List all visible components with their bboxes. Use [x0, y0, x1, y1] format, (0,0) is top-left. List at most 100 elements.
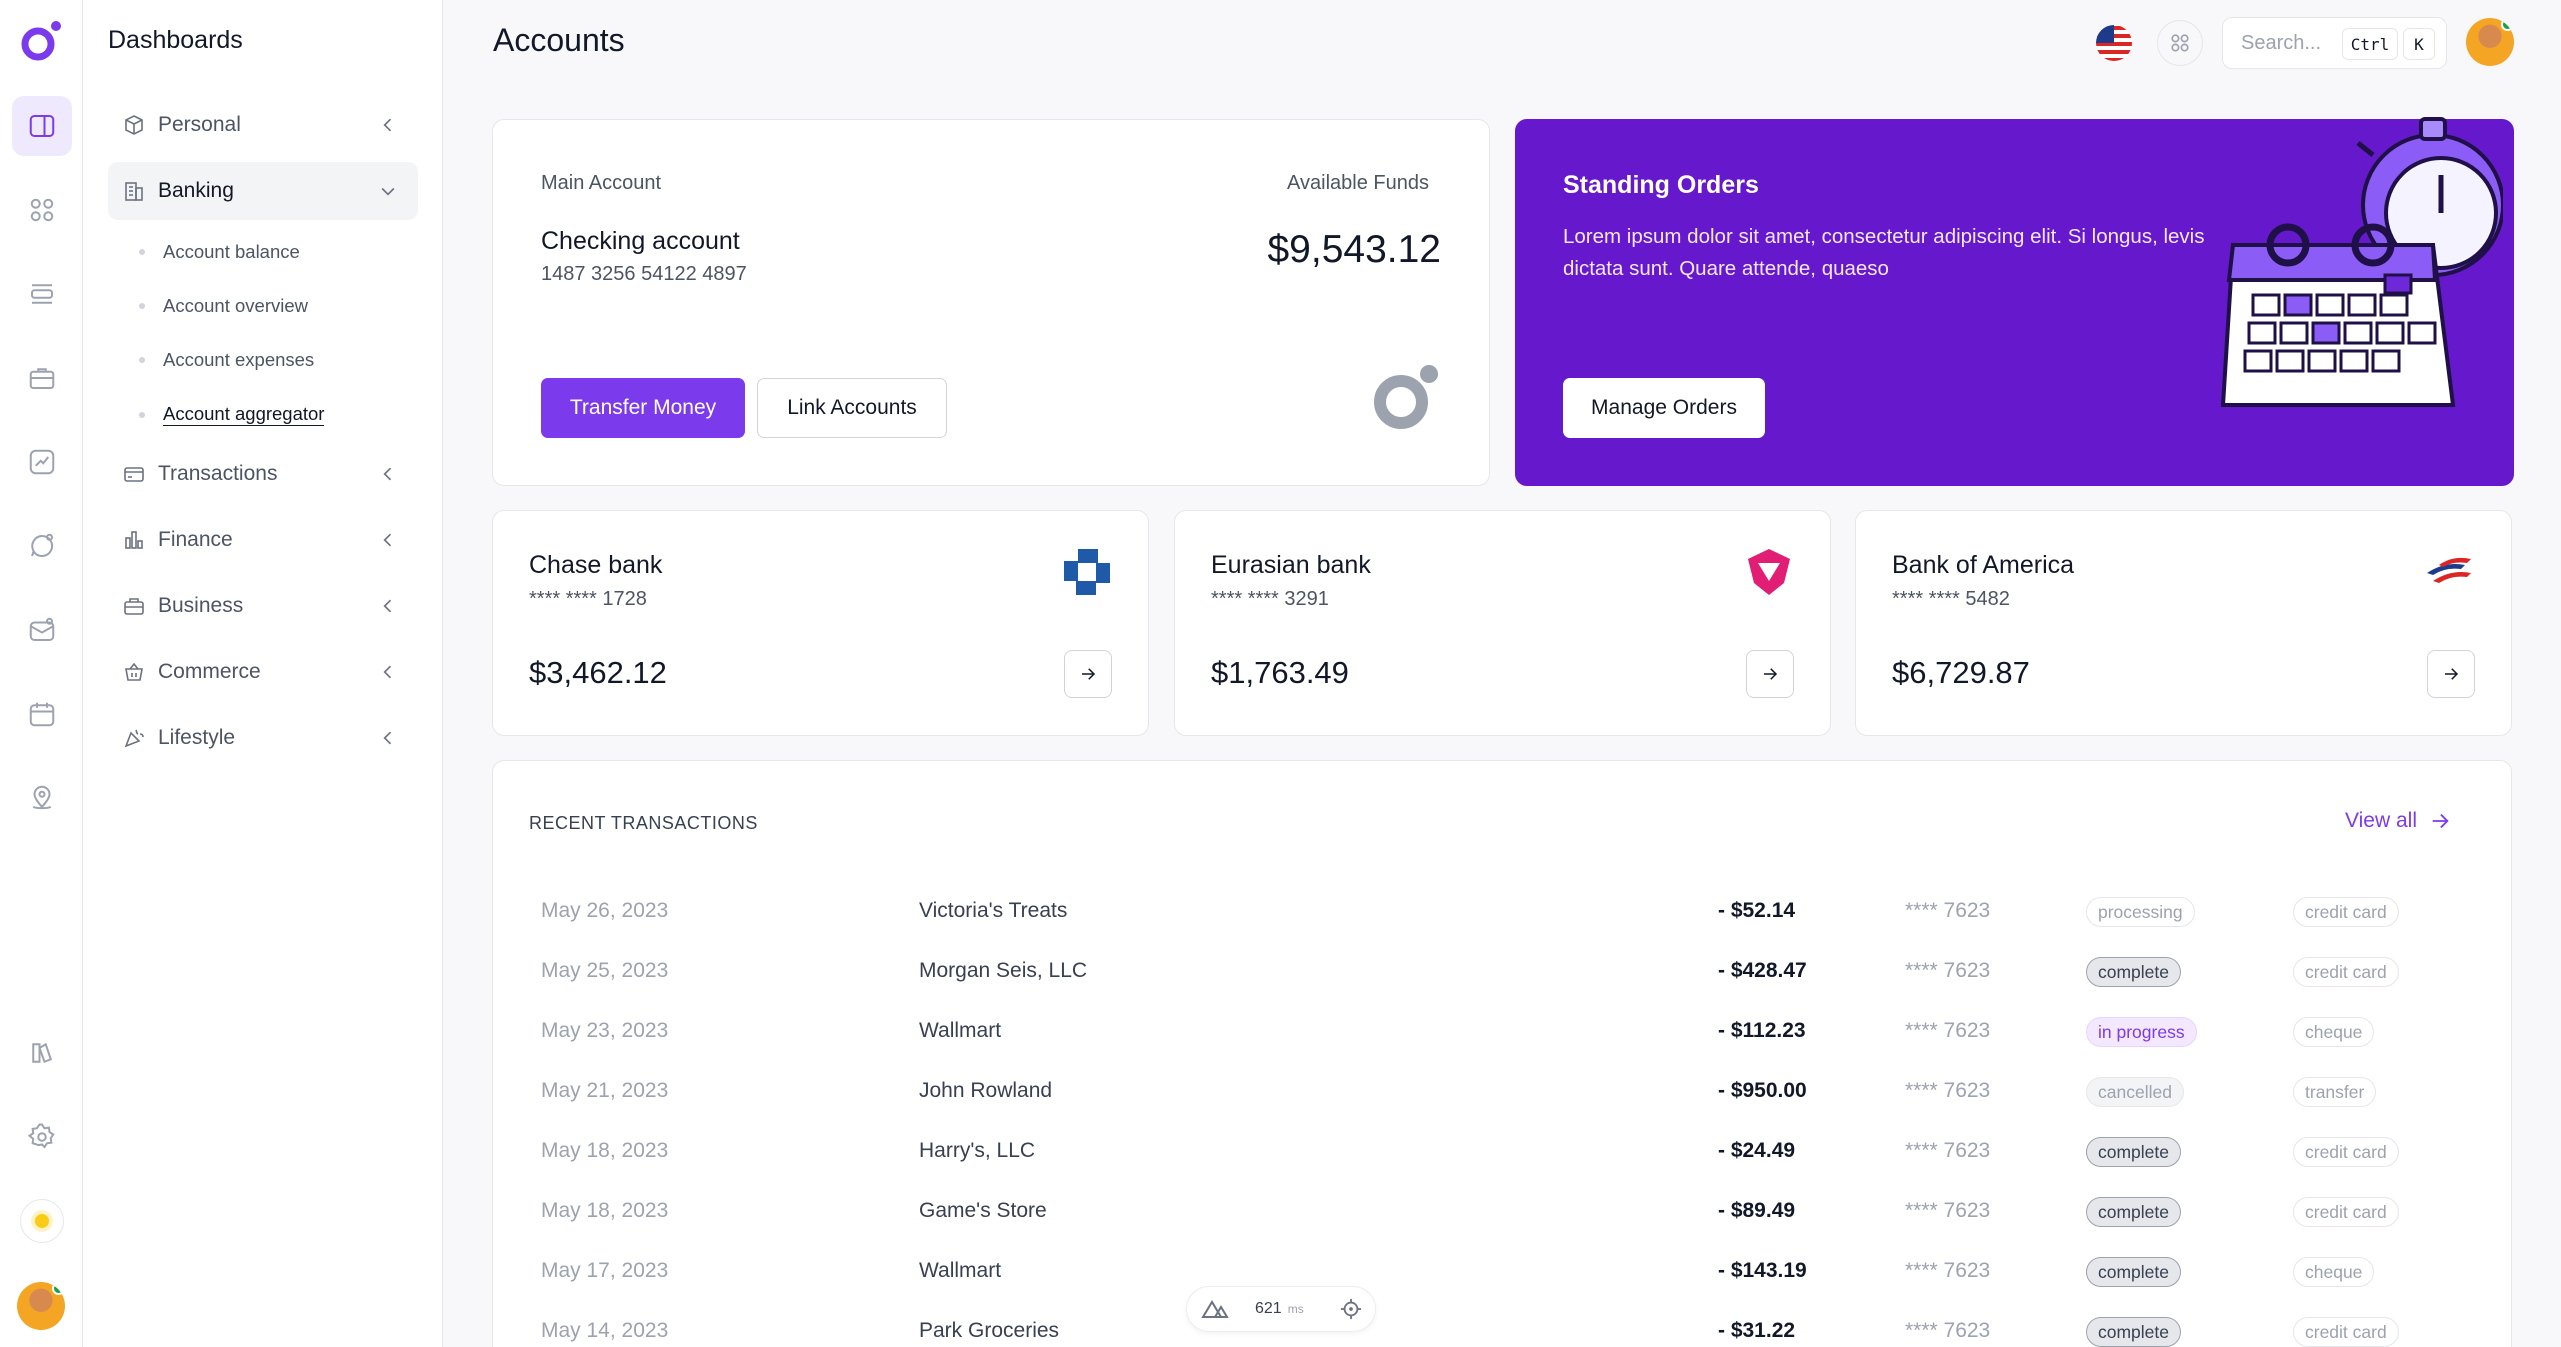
header-user-avatar[interactable] [2466, 18, 2514, 66]
nav-item-commerce[interactable]: Commerce [108, 643, 418, 701]
tx-card: **** 7623 [1905, 1139, 1991, 1162]
transactions-heading: RECENT TRANSACTIONS [529, 813, 758, 833]
tx-date: May 18, 2023 [541, 1139, 669, 1162]
icon-rail [0, 0, 83, 1347]
nav-item-lifestyle[interactable]: Lifestyle [108, 709, 418, 767]
chat-icon[interactable] [12, 516, 72, 576]
sidebar-toggle-icon[interactable] [12, 96, 72, 156]
chevron-left-icon [383, 599, 392, 613]
tx-status-badge: processing [2086, 897, 2195, 927]
tx-method-badge: credit card [2293, 1137, 2399, 1167]
dashboards-grid-icon[interactable] [12, 180, 72, 240]
nuxt-mountain-icon[interactable] [1201, 1299, 1229, 1319]
open-bank-button[interactable] [1064, 650, 1112, 698]
nav-item-banking[interactable]: Banking [108, 162, 418, 220]
available-funds-value: $9,543.12 [1267, 228, 1441, 271]
bank-card-bank-of-america[interactable]: Bank of America **** **** 5482 $6,729.87 [1855, 510, 2512, 736]
tx-merchant: Victoria's Treats [919, 899, 1068, 922]
nav-item-personal[interactable]: Personal [108, 96, 418, 154]
tx-card: **** 7623 [1905, 1319, 1991, 1342]
chevron-left-icon [383, 467, 392, 481]
language-flag-us-icon[interactable] [2091, 20, 2137, 66]
transaction-row[interactable]: May 17, 2023 Wallmart - $143.19 **** 762… [493, 1241, 2511, 1301]
manage-orders-button[interactable]: Manage Orders [1563, 378, 1765, 438]
tx-status-badge: complete [2086, 1317, 2182, 1347]
nav-item-label: Personal [158, 113, 241, 136]
layout-icon[interactable] [12, 264, 72, 324]
tx-card: **** 7623 [1905, 1079, 1991, 1102]
tx-card: **** 7623 [1905, 1019, 1991, 1042]
tx-method-badge: credit card [2293, 1317, 2399, 1347]
tx-merchant: Wallmart [919, 1019, 1002, 1042]
render-time-value: 621 [1255, 1300, 1282, 1317]
nav-item-label: Transactions [158, 462, 278, 485]
subnav-account-overview[interactable]: Account overview [139, 295, 308, 317]
customize-icon[interactable] [12, 1023, 72, 1083]
subnav-account-balance[interactable]: Account balance [139, 241, 300, 263]
transaction-row[interactable]: May 14, 2023 Park Groceries - $31.22 ***… [493, 1301, 2511, 1347]
nav-item-label: Lifestyle [158, 726, 236, 749]
theme-toggle-sun-icon[interactable] [12, 1191, 72, 1251]
tx-method-badge: credit card [2293, 897, 2399, 927]
link-accounts-button[interactable]: Link Accounts [757, 378, 947, 438]
tx-amount: - $89.49 [1718, 1199, 1796, 1222]
tx-date: May 18, 2023 [541, 1199, 669, 1222]
chevron-left-icon [383, 665, 392, 679]
navigation-panel: Dashboards Personal Banking Account bala… [83, 0, 443, 1347]
settings-gear-icon[interactable] [12, 1107, 72, 1167]
view-all-link[interactable]: View all [2345, 809, 2451, 833]
transaction-row[interactable]: May 23, 2023 Wallmart - $112.23 **** 762… [493, 1001, 2511, 1061]
transaction-row[interactable]: May 21, 2023 John Rowland - $950.00 ****… [493, 1061, 2511, 1121]
transaction-row[interactable]: May 26, 2023 Victoria's Treats - $52.14 … [493, 881, 2511, 941]
nav-item-business[interactable]: Business [108, 577, 418, 635]
apps-grid-icon[interactable] [2157, 20, 2203, 66]
tx-amount: - $950.00 [1718, 1079, 1807, 1102]
tx-merchant: Park Groceries [919, 1319, 1060, 1342]
nav-item-transactions[interactable]: Transactions [108, 445, 418, 503]
open-bank-button[interactable] [1746, 650, 1794, 698]
arrow-right-icon [1764, 668, 1778, 680]
tx-date: May 17, 2023 [541, 1259, 669, 1282]
tx-amount: - $143.19 [1718, 1259, 1807, 1282]
bank-account-number: **** **** 5482 [1892, 588, 2010, 610]
tx-merchant: Harry's, LLC [919, 1139, 1036, 1162]
transaction-row[interactable]: May 25, 2023 Morgan Seis, LLC - $428.47 … [493, 941, 2511, 1001]
briefcase-icon[interactable] [12, 348, 72, 408]
shortcut-k-key: K [2403, 28, 2435, 60]
bank-account-number: **** **** 1728 [529, 588, 647, 610]
mail-icon[interactable] [12, 600, 72, 660]
page-title: Accounts [493, 22, 625, 58]
bank-card-chase[interactable]: Chase bank **** **** 1728 $3,462.12 [492, 510, 1149, 736]
subnav-account-aggregator[interactable]: Account aggregator [139, 403, 325, 426]
credit-card-icon [124, 467, 144, 482]
subnav-account-expenses[interactable]: Account expenses [139, 349, 314, 371]
transfer-money-button[interactable]: Transfer Money [541, 378, 745, 438]
tx-amount: - $31.22 [1718, 1319, 1796, 1342]
render-time-unit: ms [1287, 1302, 1304, 1316]
tx-merchant: Game's Store [919, 1199, 1047, 1222]
crosshair-inspect-icon[interactable] [1340, 1298, 1362, 1320]
transaction-row[interactable]: May 18, 2023 Game's Store - $89.49 **** … [493, 1181, 2511, 1241]
bank-card-eurasian[interactable]: Eurasian bank **** **** 3291 $1,763.49 [1174, 510, 1831, 736]
calendar-icon[interactable] [12, 684, 72, 744]
cube-icon [125, 115, 143, 135]
tx-status-badge: in progress [2086, 1017, 2197, 1047]
analytics-icon[interactable] [12, 432, 72, 492]
tx-method-badge: credit card [2293, 1197, 2399, 1227]
chevron-left-icon [383, 118, 392, 132]
app-logo[interactable] [18, 18, 64, 64]
user-avatar[interactable] [17, 1282, 65, 1330]
calendar-stopwatch-illustration [2220, 117, 2503, 407]
tx-status-badge: complete [2086, 957, 2182, 987]
nav-item-label: Commerce [158, 660, 261, 683]
map-pin-icon[interactable] [12, 768, 72, 828]
nav-item-finance[interactable]: Finance [108, 511, 418, 569]
tx-date: May 26, 2023 [541, 899, 669, 922]
tx-method-badge: transfer [2293, 1077, 2377, 1107]
search-input[interactable]: Search... Ctrl K [2222, 17, 2447, 69]
bank-name: Chase bank [529, 551, 663, 579]
open-bank-button[interactable] [2427, 650, 2475, 698]
transaction-row[interactable]: May 18, 2023 Harry's, LLC - $24.49 **** … [493, 1121, 2511, 1181]
tx-amount: - $24.49 [1718, 1139, 1796, 1162]
tx-method-badge: cheque [2293, 1257, 2375, 1287]
